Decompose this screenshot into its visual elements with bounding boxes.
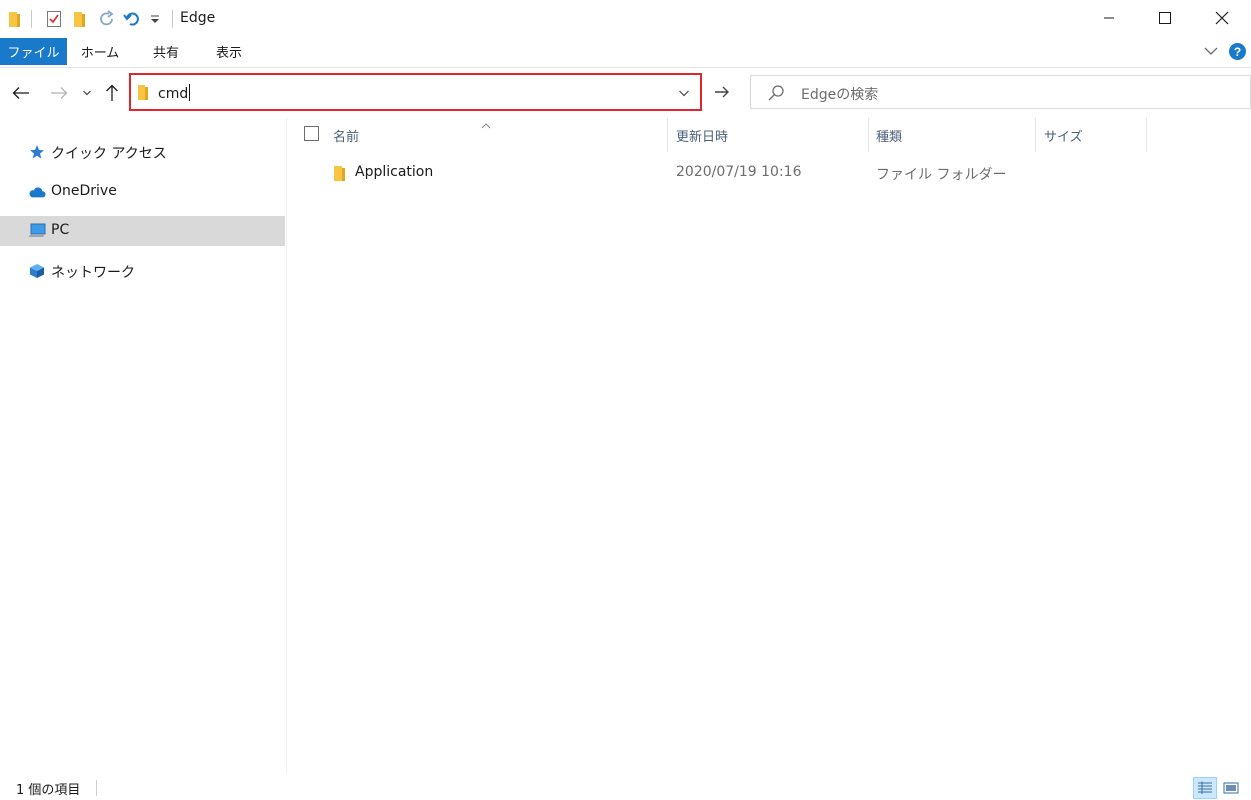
close-button[interactable] <box>1193 0 1251 36</box>
undo-icon[interactable] <box>121 9 143 29</box>
network-icon <box>28 263 46 279</box>
search-box[interactable]: Edgeの検索 <box>750 75 1251 109</box>
sidebar-item-label: PC <box>51 222 70 238</box>
details-view-button[interactable] <box>1193 777 1217 799</box>
column-divider[interactable] <box>1146 118 1147 152</box>
help-button[interactable]: ? <box>1229 43 1246 60</box>
forward-button[interactable] <box>46 80 72 106</box>
computer-icon <box>28 223 46 239</box>
properties-icon[interactable] <box>44 9 64 29</box>
search-placeholder: Edgeの検索 <box>801 87 879 103</box>
tab-share[interactable]: 共有 <box>137 38 195 65</box>
column-header-label: サイズ <box>1044 129 1083 145</box>
navigation-bar: cmd Edgeの検索 <box>0 68 1251 118</box>
column-header-label: 種類 <box>876 129 903 145</box>
title-bar: Edge <box>0 0 1251 38</box>
chevron-down-icon[interactable] <box>678 86 690 102</box>
column-header-date[interactable]: 更新日時 <box>676 118 866 152</box>
minimize-button[interactable] <box>1080 0 1138 36</box>
folder-icon <box>6 9 24 29</box>
address-bar[interactable]: cmd <box>129 73 702 111</box>
column-divider[interactable] <box>667 118 668 152</box>
ribbon-tabs: ファイル ホーム 共有 表示 ? <box>0 38 1251 67</box>
tab-file[interactable]: ファイル <box>0 38 67 65</box>
text-cursor <box>189 84 191 101</box>
recent-locations-button[interactable] <box>78 80 96 106</box>
navigation-pane: クイック アクセス OneDrive PC ネットワーク <box>0 118 287 774</box>
file-type: ファイル フォルダー <box>876 167 1007 183</box>
tab-home[interactable]: ホーム <box>70 38 130 65</box>
folder-icon <box>333 165 347 186</box>
large-icons-view-icon <box>1223 782 1239 794</box>
new-folder-icon[interactable] <box>70 9 90 29</box>
redo-icon[interactable] <box>96 9 118 29</box>
sidebar-item-network[interactable]: ネットワーク <box>0 256 285 286</box>
expand-ribbon-icon[interactable] <box>1203 45 1219 61</box>
search-icon <box>767 84 785 106</box>
maximize-button[interactable] <box>1136 0 1194 36</box>
sidebar-item-label: クイック アクセス <box>51 146 167 162</box>
column-divider[interactable] <box>1035 118 1036 152</box>
file-name[interactable]: Application <box>355 164 433 180</box>
star-icon <box>28 144 46 160</box>
window-title: Edge <box>180 10 216 26</box>
sidebar-item-quick-access[interactable]: クイック アクセス <box>0 137 285 167</box>
column-header-label: 更新日時 <box>676 129 729 145</box>
customize-toolbar-icon[interactable] <box>146 9 164 29</box>
divider <box>31 10 32 28</box>
large-icons-view-button[interactable] <box>1219 777 1243 799</box>
sidebar-item-pc[interactable]: PC <box>0 216 285 246</box>
column-header-label: 名前 <box>333 129 360 145</box>
help-icon: ? <box>1229 43 1246 60</box>
details-view-icon <box>1198 781 1212 794</box>
item-count: 1 個の項目 <box>16 783 81 798</box>
column-divider[interactable] <box>868 118 869 152</box>
status-bar: 1 個の項目 <box>0 774 1251 800</box>
cloud-icon <box>28 184 46 200</box>
folder-icon <box>137 84 150 105</box>
divider <box>172 10 173 28</box>
sidebar-item-label: OneDrive <box>51 183 117 199</box>
table-row[interactable]: Application 2020/07/19 10:16 ファイル フォルダー <box>288 158 1251 188</box>
column-header-type[interactable]: 種類 <box>876 118 1026 152</box>
address-input[interactable]: cmd <box>158 84 191 102</box>
column-header-size[interactable]: サイズ <box>1044 118 1144 152</box>
up-button[interactable] <box>100 80 124 106</box>
sidebar-item-label: ネットワーク <box>51 265 135 281</box>
file-date: 2020/07/19 10:16 <box>676 164 802 180</box>
go-button[interactable] <box>708 80 736 104</box>
tab-view[interactable]: 表示 <box>200 38 258 65</box>
back-button[interactable] <box>8 80 34 106</box>
file-list: 名前 更新日時 種類 サイズ Application 2020/07/19 10… <box>288 118 1251 774</box>
column-header-name[interactable]: 名前 <box>333 118 663 152</box>
divider <box>96 780 97 796</box>
sidebar-item-onedrive[interactable]: OneDrive <box>0 177 285 207</box>
select-all-checkbox[interactable] <box>304 126 319 141</box>
address-text: cmd <box>158 86 189 102</box>
